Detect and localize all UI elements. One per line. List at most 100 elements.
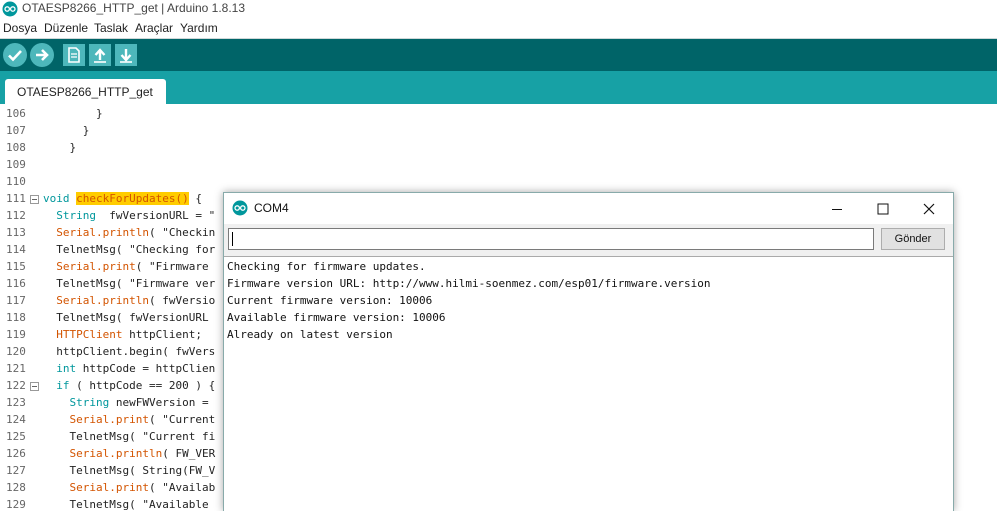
code-text: ( FW_VER — [162, 447, 216, 460]
line-number: 121 — [6, 362, 26, 375]
menu-bar: Dosya Düzenle Taslak Araçlar Yardım — [0, 18, 997, 38]
code-function: Serial.print — [43, 413, 149, 426]
verify-button[interactable] — [3, 43, 27, 67]
output-line: Firmware version URL: http://www.hilmi-s… — [227, 277, 711, 290]
serial-output[interactable]: Checking for firmware updates. Firmware … — [224, 256, 953, 511]
serial-input-row: Gönder — [224, 224, 953, 256]
code-line: void checkForUpdates() { — [43, 192, 202, 205]
code-text: ( "Checkin — [148, 226, 216, 239]
line-number: 108 — [6, 141, 26, 154]
code-line: Serial.println( "Checkin — [43, 226, 215, 239]
line-number: 110 — [6, 175, 26, 188]
line-number: 129 — [6, 498, 26, 511]
upload-button[interactable] — [30, 43, 54, 67]
code-text: fwVersionURL = " — [95, 209, 216, 222]
title-bar: OTAESP8266_HTTP_get | Arduino 1.8.13 — [0, 0, 997, 18]
line-number: 115 — [6, 260, 26, 273]
line-number: 106 — [6, 107, 26, 120]
open-button[interactable] — [89, 44, 111, 66]
code-line: TelnetMsg( String(FW_V — [43, 464, 215, 477]
line-number: 127 — [6, 464, 26, 477]
line-number: 116 — [6, 277, 26, 290]
code-line: TelnetMsg( "Checking for — [43, 243, 215, 256]
code-keyword: String — [43, 209, 96, 222]
arrow-down-icon — [120, 49, 132, 63]
code-line: Serial.print( "Current — [43, 413, 215, 426]
serial-input[interactable] — [228, 228, 874, 250]
minimize-button[interactable] — [814, 196, 860, 222]
code-text: ( fwVersio — [148, 294, 216, 307]
code-line: TelnetMsg( "Current fi — [43, 430, 215, 443]
code-function: Serial.println — [43, 294, 149, 307]
line-number: 107 — [6, 124, 26, 137]
line-number: 122 — [6, 379, 26, 392]
code-function: Serial.print — [43, 260, 136, 273]
window-title: OTAESP8266_HTTP_get | Arduino 1.8.13 — [22, 1, 246, 15]
menu-tools[interactable]: Araçlar — [135, 21, 173, 35]
code-keyword: void — [43, 192, 70, 205]
line-number: 117 — [6, 294, 26, 307]
menu-sketch[interactable]: Taslak — [94, 21, 128, 35]
highlighted-function-name: checkForUpdates() — [76, 192, 189, 205]
code-line: TelnetMsg( fwVersionURL — [43, 311, 209, 324]
code-line: Serial.println( FW_VER — [43, 447, 215, 460]
line-number: 128 — [6, 481, 26, 494]
line-number: 111 — [6, 192, 26, 205]
code-function: HTTPClient — [43, 328, 123, 341]
line-number: 114 — [6, 243, 26, 256]
code-text: httpClient.begin( fwVers — [43, 345, 216, 358]
code-line: TelnetMsg( "Available — [43, 498, 209, 511]
serial-monitor-titlebar: COM4 — [224, 193, 953, 224]
save-button[interactable] — [115, 44, 137, 66]
output-line: Available firmware version: 10006 — [227, 311, 446, 324]
send-button[interactable]: Gönder — [881, 228, 945, 250]
code-line: } — [43, 141, 76, 154]
code-keyword: int — [43, 362, 77, 375]
tab-sketch[interactable]: OTAESP8266_HTTP_get — [5, 79, 166, 104]
maximize-icon — [877, 203, 889, 215]
new-sketch-button[interactable] — [63, 44, 85, 66]
code-keyword: String — [43, 396, 110, 409]
code-text: ( httpCode == 200 ) { — [69, 379, 216, 392]
code-text: { — [188, 192, 202, 205]
code-text: TelnetMsg( "Current fi — [43, 430, 216, 443]
serial-monitor-title: COM4 — [254, 201, 289, 215]
tab-bar: OTAESP8266_HTTP_get — [0, 71, 997, 104]
line-number: 120 — [6, 345, 26, 358]
menu-help[interactable]: Yardım — [180, 21, 218, 35]
output-line: Checking for firmware updates. — [227, 260, 426, 273]
code-text: ( "Current — [148, 413, 216, 426]
line-number: 119 — [6, 328, 26, 341]
text-caret — [232, 232, 233, 246]
code-line: httpClient.begin( fwVers — [43, 345, 215, 358]
menu-edit[interactable]: Düzenle — [44, 21, 88, 35]
code-text: TelnetMsg( "Checking for — [43, 243, 216, 256]
arrow-right-icon — [36, 49, 49, 61]
code-keyword: if — [43, 379, 70, 392]
code-text: ( "Availab — [148, 481, 216, 494]
code-text: } — [43, 107, 103, 120]
code-text: TelnetMsg( "Available — [43, 498, 209, 511]
fold-toggle-icon[interactable] — [30, 382, 39, 391]
serial-monitor-window: COM4 Gönder Checking for firmware update… — [223, 192, 954, 511]
fold-toggle-icon[interactable] — [30, 195, 39, 204]
code-text: TelnetMsg( fwVersionURL — [43, 311, 209, 324]
code-text: newFWVersion = — [109, 396, 209, 409]
line-number: 126 — [6, 447, 26, 460]
arduino-logo-icon — [232, 200, 248, 216]
close-icon — [923, 203, 935, 215]
code-line: Serial.print( "Firmware — [43, 260, 209, 273]
close-button[interactable] — [906, 196, 952, 222]
menu-file[interactable]: Dosya — [3, 21, 37, 35]
line-number: 124 — [6, 413, 26, 426]
code-text: } — [43, 124, 90, 137]
arrow-up-icon — [94, 48, 106, 63]
line-number: 125 — [6, 430, 26, 443]
code-text: httpCode = httpClien — [76, 362, 216, 375]
code-function: Serial.print — [43, 481, 149, 494]
maximize-button[interactable] — [860, 196, 906, 222]
code-line: String newFWVersion = — [43, 396, 209, 409]
minimize-icon — [832, 209, 842, 210]
code-text: ( "Firmware — [135, 260, 209, 273]
tab-label: OTAESP8266_HTTP_get — [17, 85, 153, 99]
